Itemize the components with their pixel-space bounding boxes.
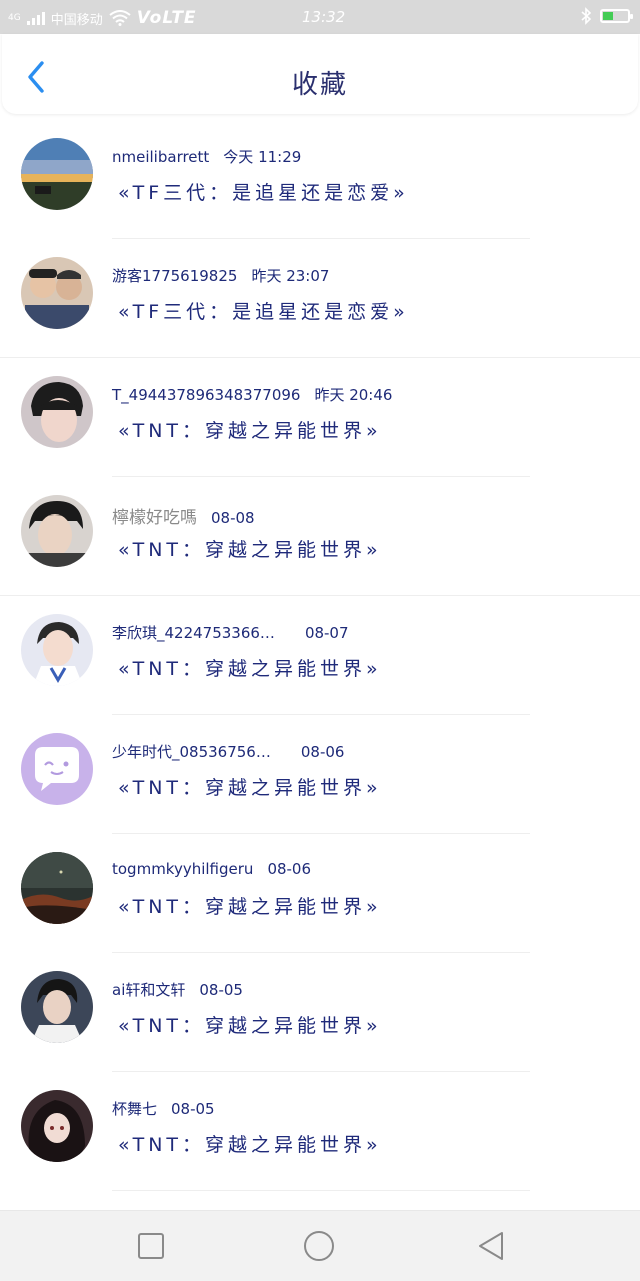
avatar [21, 138, 93, 210]
list-item[interactable]: 檸檬好吃嗎 08-08 «TNT：穿越之异能世界» [0, 477, 640, 596]
status-time: 13:32 [302, 8, 346, 26]
avatar [21, 376, 93, 448]
status-right [580, 7, 633, 25]
avatar [21, 495, 93, 567]
item-meta: 游客1775619825 昨天 23:07 [112, 265, 329, 286]
avatar [21, 1090, 93, 1162]
item-time: 昨天 23:07 [251, 267, 330, 285]
header: 收藏 [2, 34, 638, 114]
story-title: «TF三代：是追星还是恋爱» [118, 182, 409, 204]
user-name: 李欣琪_4224753366… [112, 624, 275, 642]
story-title: «TF三代：是追星还是恋爱» [118, 301, 409, 323]
item-time: 08-07 [304, 624, 349, 642]
item-meta: 檸檬好吃嗎 08-08 [112, 503, 255, 528]
story-title: «TNT：穿越之异能世界» [118, 539, 382, 561]
avatar [21, 971, 93, 1043]
list-item[interactable]: 少年时代_08536756… 08-06 «TNT：穿越之异能世界» [0, 715, 640, 834]
item-time: 08-05 [199, 981, 243, 999]
item-time: 08-08 [211, 509, 255, 527]
home-circle-icon[interactable] [302, 1229, 336, 1263]
list-item[interactable]: 游客1775619825 昨天 23:07 «TF三代：是追星还是恋爱» [0, 239, 640, 358]
favorites-list: nmeilibarrett 今天 11:29 «TF三代：是追星还是恋爱» 游客1… [0, 120, 640, 1191]
story-title: «TNT：穿越之异能世界» [118, 658, 382, 680]
item-time: 08-05 [171, 1100, 215, 1118]
list-item[interactable]: 李欣琪_4224753366… 08-07 «TNT：穿越之异能世界» [0, 596, 640, 715]
system-nav-bar [0, 1210, 640, 1281]
avatar [21, 257, 93, 329]
carrier-label: 中国移动 [50, 12, 103, 28]
user-name: ai轩和文轩 [112, 981, 186, 999]
signal-icon [26, 11, 45, 25]
back-triangle-icon[interactable] [474, 1229, 508, 1263]
volte-label: VoLTE [136, 8, 197, 28]
item-meta: nmeilibarrett 今天 11:29 [112, 146, 301, 167]
item-meta: togmmkyyhilfigeru 08-06 [112, 860, 311, 878]
network-type: 4G [8, 13, 21, 23]
story-title: «TNT：穿越之异能世界» [118, 1015, 382, 1037]
item-time: 昨天 20:46 [314, 386, 393, 404]
item-meta: T_494437896348377096 昨天 20:46 [112, 384, 392, 405]
story-title: «TNT：穿越之异能世界» [118, 1134, 382, 1156]
recent-apps-square-icon[interactable] [134, 1229, 168, 1263]
user-name: 少年时代_08536756… [112, 743, 271, 761]
user-name: 杯舞七 [112, 1100, 158, 1118]
user-name: togmmkyyhilfigeru [112, 860, 254, 878]
item-meta: 少年时代_08536756… 08-06 [112, 741, 344, 762]
page-title: 收藏 [291, 70, 348, 100]
list-item[interactable]: togmmkyyhilfigeru 08-06 «TNT：穿越之异能世界» [0, 834, 640, 953]
item-time: 08-06 [267, 860, 312, 878]
list-item[interactable]: ai轩和文轩 08-05 «TNT：穿越之异能世界» [0, 953, 640, 1072]
list-item[interactable]: T_494437896348377096 昨天 20:46 «TNT：穿越之异能世… [0, 358, 640, 477]
avatar [21, 852, 93, 924]
wifi-icon [109, 10, 131, 26]
battery-icon [600, 9, 633, 23]
avatar [21, 614, 93, 686]
story-title: «TNT：穿越之异能世界» [118, 420, 382, 442]
item-meta: 杯舞七 08-05 [112, 1098, 215, 1119]
divider [112, 1190, 530, 1191]
status-bar: 4G 中国移动 VoLTE 13:32 [0, 0, 640, 34]
item-time: 08-06 [300, 743, 345, 761]
bluetooth-icon [581, 7, 592, 25]
item-meta: ai轩和文轩 08-05 [112, 979, 243, 1000]
item-time: 今天 11:29 [223, 148, 302, 166]
story-title: «TNT：穿越之异能世界» [118, 777, 382, 799]
user-name: T_494437896348377096 [112, 386, 301, 404]
user-name: nmeilibarrett [112, 148, 210, 166]
story-title: «TNT：穿越之异能世界» [118, 896, 382, 918]
user-name: 游客1775619825 [112, 267, 238, 285]
status-left: 4G 中国移动 VoLTE [8, 8, 197, 28]
item-meta: 李欣琪_4224753366… 08-07 [112, 622, 349, 643]
list-item[interactable]: nmeilibarrett 今天 11:29 «TF三代：是追星还是恋爱» [0, 120, 640, 239]
user-name: 檸檬好吃嗎 [112, 508, 197, 528]
list-item[interactable]: 杯舞七 08-05 «TNT：穿越之异能世界» [0, 1072, 640, 1191]
avatar [21, 733, 93, 805]
